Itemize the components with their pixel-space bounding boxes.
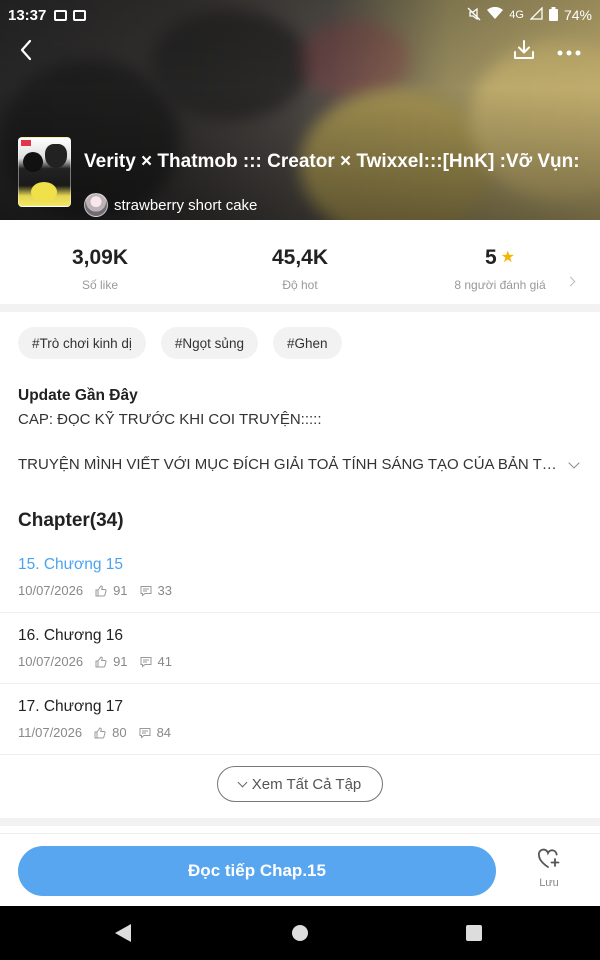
comment-icon [140,585,152,597]
author-link[interactable]: strawberry short cake [84,190,257,220]
hot-label: Độ hot [282,278,318,292]
comment-icon [139,727,151,739]
back-arrow-icon [19,39,33,66]
nav-back-icon[interactable] [115,924,131,942]
chapter-date: 10/07/2026 [18,654,84,669]
download-icon [512,38,536,67]
hot-stat: 45,4K Độ hot [200,220,400,304]
system-navigation-bar [0,906,600,960]
continue-reading-button[interactable]: Đọc tiếp Chap.15 [18,846,496,896]
star-icon: ★ [500,249,516,266]
chapter-likes: 80 [112,725,127,740]
story-stats: 3,09K Số like 45,4K Độ hot 5 ★ 8 người đá… [0,220,600,304]
nav-home-icon[interactable] [292,925,308,941]
save-label: Lưu [539,877,559,889]
update-text: CAP: ĐỌC KỸ TRƯỚC KHI COI TRUYỆN::::: [18,411,322,428]
thumbs-up-icon [95,584,107,597]
divider [0,304,600,312]
author-avatar [84,193,108,217]
chapter-comments: 33 [157,583,173,598]
story-description: TRUYỆN MÌNH VIẾT VỚI MỤC ĐÍCH GIẢI TOẢ T… [18,456,564,473]
divider [0,818,600,826]
chapter-title: 16. Chương 16 [18,627,123,644]
chevron-down-icon [237,777,248,787]
story-header-banner: 13:37 4G 74% Verity × Thatmob::: Creato… [0,0,600,220]
battery-level: 74% [563,7,592,23]
network-type: 4G [509,9,524,21]
tag-chip[interactable]: #Trò chơi kinh dị [18,327,146,359]
see-all-chapters-button[interactable]: Xem Tất Cả Tập [217,766,383,802]
expand-description-button[interactable] [566,456,584,474]
bottom-action-bar: Đọc tiếp Chap.15 Lưu [0,833,600,906]
notification-icon [73,9,87,21]
chapter-item[interactable]: 16. Chương 16 10/07/2026 91 41 [0,613,600,684]
chapter-title: 17. Chương 17 [18,698,123,715]
likes-value: 3,09K [71,246,129,269]
status-time: 13:37 [8,6,47,24]
rating-stat[interactable]: 5 ★ 8 người đánh giá [400,220,600,304]
more-options-button[interactable] [552,36,586,68]
chapter-title: 15. Chương 15 [18,556,123,573]
chapter-date: 11/07/2026 [18,725,83,740]
likes-label: Số like [81,278,119,292]
wifi-icon [487,6,504,23]
hot-value: 45,4K [271,246,329,269]
chapter-likes: 91 [113,583,128,598]
rating-value: 5 [484,246,497,269]
author-name: strawberry short cake [114,196,258,214]
status-bar: 13:37 4G 74% [0,0,600,30]
thumbs-up-icon [95,655,107,668]
more-icon [557,43,581,61]
chapter-item[interactable]: 17. Chương 17 11/07/2026 80 84 [0,684,600,755]
tag-list: #Trò chơi kinh dị #Ngọt sủng #Ghen [18,327,342,359]
save-button[interactable]: Lưu [524,848,574,898]
signal-icon [529,6,543,23]
gallery-notification-icon [54,9,68,21]
story-cover-image[interactable] [18,137,71,207]
tag-chip[interactable]: #Ghen [272,327,342,359]
battery-icon [548,6,558,24]
download-button[interactable] [508,36,540,68]
chapter-list: 15. Chương 15 10/07/2026 91 33 16. Chươn… [0,542,600,755]
back-button[interactable] [12,36,40,68]
chapter-heading: Chapter(34) [18,510,124,531]
chapter-comments: 84 [156,725,172,740]
chapter-date: 10/07/2026 [18,583,84,598]
update-title: Update Gần Đây [18,387,138,404]
thumbs-up-icon [94,726,106,739]
chapter-comments: 41 [157,654,173,669]
mute-icon [467,7,481,24]
comment-icon [140,656,152,668]
nav-recents-icon[interactable] [466,925,482,941]
chapter-item[interactable]: 15. Chương 15 10/07/2026 91 33 [0,542,600,613]
chapter-likes: 91 [113,654,128,669]
likes-stat: 3,09K Số like [0,220,200,304]
story-title: Verity × Thatmob ::: Creator × Twixxel::… [84,151,580,172]
see-all-label: Xem Tất Cả Tập [251,775,362,793]
heart-plus-icon [537,848,561,874]
tag-chip[interactable]: #Ngọt sủng [160,327,258,359]
